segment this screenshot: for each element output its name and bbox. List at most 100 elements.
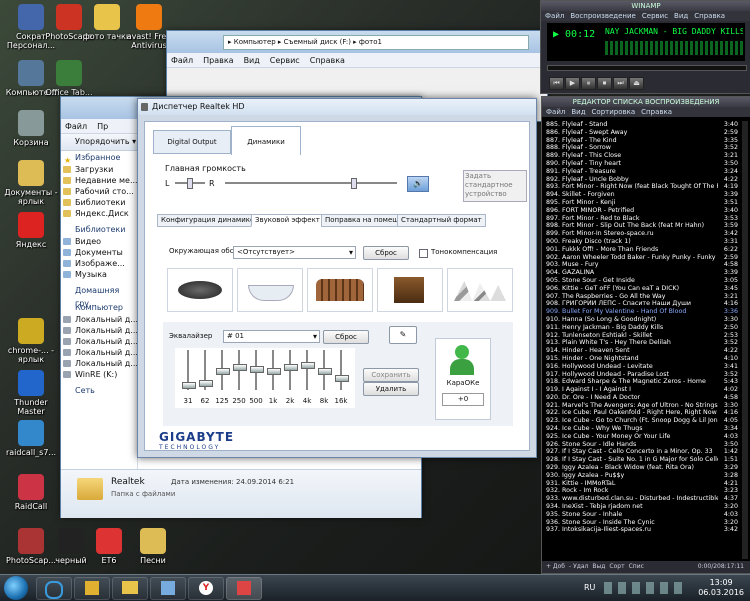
winamp-menu-item[interactable]: Файл [545,12,564,20]
tab-speakers[interactable]: Динамики [231,126,301,155]
playlist-scrollbar[interactable] [742,121,748,559]
menu-item[interactable]: Сервис [270,56,300,65]
eq-knob[interactable] [182,381,196,389]
eq-knob[interactable] [301,362,315,370]
env-bathroom-icon[interactable] [237,268,303,312]
equalizer-select[interactable]: # 01 [223,330,320,343]
winamp-window[interactable]: WINAMP Файл Воспроизведение Сервис Вид Справ… [540,0,750,94]
env-hall-icon[interactable] [377,268,443,312]
desktop-icon[interactable]: Корзина [2,110,60,147]
playlist-row[interactable]: 906. Kittie - GeT oFF (You Can eaT a DIC… [546,285,738,293]
taskbar-ie-icon[interactable] [36,577,72,600]
eq-delete-button[interactable]: Удалить [363,382,419,396]
winamp-seek-bar[interactable] [547,65,747,71]
playlist-row[interactable]: 891. Flyleaf - Treasure 3:24 [546,168,738,176]
nav-item[interactable]: Библиотеки [61,197,137,208]
nav-item[interactable]: Локальный д... [61,336,137,347]
desktop-icon[interactable]: RaidCall [2,474,60,511]
menu-item[interactable]: Правка [203,56,233,65]
nav-item[interactable]: WinRE (K:) [61,369,137,380]
winamp-menu-item[interactable]: Вид [674,12,688,20]
tray-icons[interactable] [604,582,684,594]
nav-homegroup[interactable]: Домашняя гру... [61,284,137,308]
nav-item[interactable]: Яндекс.Диск [61,208,137,219]
playlist-footer-button[interactable]: Сорт [609,561,624,573]
playlist-row[interactable]: 930. Iggy Azalea - Pu$$y 3:28 [546,472,738,480]
mute-button[interactable]: 🔊 [407,176,429,192]
env-colosseum-icon[interactable] [307,268,373,312]
winamp-control-button[interactable]: ⏮ [549,77,564,90]
menu-item[interactable]: Файл [65,122,87,131]
playlist-row[interactable]: 899. Fort Minor-In Stereo-space.ru 3:42 [546,230,738,238]
playlist-row[interactable]: 937. Intoksikacija-Iliest-spaces.ru 3:42 [546,526,738,534]
winamp-control-button[interactable]: ⏹ [597,77,612,90]
playlist-row[interactable]: 913. Plain White T's - Hey There Delilah… [546,339,738,347]
nav-item[interactable]: Локальный д... [61,347,137,358]
playlist-row[interactable]: 918. Edward Sharpe & The Magnetic Zeros … [546,378,738,386]
karaoke-icon[interactable] [450,345,476,375]
environment-reset-button[interactable]: Сброс [363,246,409,260]
taskbar-explorer-icon[interactable] [112,577,148,600]
menu-item[interactable]: Справка [310,56,345,65]
playlist-row[interactable]: 928. If I Stay Cast - Suite No. 1 in G M… [546,456,738,464]
playlist-row[interactable]: 921. Marvel's The Avengers: Age of Ultro… [546,402,738,410]
playlist-footer-button[interactable]: - Удал [569,561,588,573]
playlist-row[interactable]: 886. Flyleaf - Swept Away 2:59 [546,129,738,137]
nav-item[interactable]: Локальный д... [61,325,137,336]
taskbar-yandex-icon[interactable]: Y [188,577,224,600]
nav-network[interactable]: Сеть [61,384,137,397]
desktop-icon[interactable]: Яндекс [2,212,60,249]
desktop-icon[interactable]: Документы - ярлык [2,160,60,206]
taskbar-realtek-icon[interactable] [226,577,262,600]
eq-knob[interactable] [233,364,247,372]
nav-item[interactable]: Локальный д... [61,358,137,369]
playlist-row[interactable]: 922. Ice Cube: Paul Oakenfold - Right He… [546,409,738,417]
playlist-row[interactable]: 903. Muse - Fury 4:58 [546,261,738,269]
subtab[interactable]: Стандартный формат [397,214,486,227]
subtab[interactable]: Конфигурация динамиков [157,214,263,227]
nav-item[interactable]: Видео [61,236,137,247]
tab-digital-output[interactable]: Digital Output [153,130,231,154]
desktop-icon[interactable]: chrome-... - ярлык [2,318,60,364]
realtek-dialog[interactable]: Диспетчер Realtek HD Digital Output Дина… [137,98,537,458]
playlist-window[interactable]: РЕДАКТОР СПИСКА ВОСПРОИЗВЕДЕНИЯ Файл Вид С… [541,96,750,574]
winamp-control-button[interactable]: ⏏ [629,77,644,90]
playlist-row[interactable]: 904. GAZALINA 3:39 [546,269,738,277]
eq-knob[interactable] [250,366,264,374]
subtab[interactable]: Звуковой эффект [251,214,324,227]
winamp-menu-item[interactable]: Справка [694,12,725,20]
playlist-footer-button[interactable]: Спис [629,561,644,573]
playlist-row[interactable]: 932. Rock - Im Rock 3:23 [546,487,738,495]
nav-item[interactable]: Загрузки [61,164,137,175]
playlist-menu-item[interactable]: Справка [641,108,672,116]
nav-item[interactable]: Изображе... [61,258,137,269]
start-button[interactable] [4,576,28,600]
playlist-row[interactable]: 885. Flyleaf - Stand 3:40 [546,121,738,129]
playlist-row[interactable]: 926. Stone Sour - Idle Hands 3:50 [546,441,738,449]
playlist-row[interactable]: 934. IneXist - Tebja rjadom net 3:20 [546,503,738,511]
playlist-menu-item[interactable]: Файл [546,108,565,116]
playlist-row[interactable]: 901. Fukkk Off! - More Than Friends 6:22 [546,246,738,254]
eq-knob[interactable] [267,368,281,375]
desktop-icon[interactable]: Office Tab... [40,60,98,97]
playlist-row[interactable]: 911. Henry Jackman - Big Daddy Kills 2:50 [546,324,738,332]
playlist-row[interactable]: 908. ГРИГОРИЙ ЛЕПС - Спасите Наши Души 4:… [546,300,738,308]
eq-save-button[interactable]: Сохранить [363,368,419,382]
nav-libraries[interactable]: Библиотеки [61,223,137,236]
playlist-row[interactable]: 909. Bullet For My Valentine - Hand Of B… [546,308,738,316]
playlist-row[interactable]: 905. Stone Sour - Get Inside 3:05 [546,277,738,285]
nav-item[interactable]: Локальный д... [61,314,137,325]
winamp-menu-item[interactable]: Воспроизведение [570,12,636,20]
playlist-row[interactable]: 924. Ice Cube - Why We Thugs 3:34 [546,425,738,433]
playlist-row[interactable]: 923. Ice Cube - Go to Church (Ft. Snoop … [546,417,738,425]
menu-item[interactable]: Файл [171,56,193,65]
playlist-row[interactable]: 929. Iggy Azalea - Black Widow (feat. Ri… [546,464,738,472]
tonecomp-checkbox[interactable] [419,249,428,258]
nav-favorites[interactable]: ★ Избранное [61,151,137,165]
winamp-menu-item[interactable]: Сервис [642,12,668,20]
nav-item[interactable]: Рабочий сто... [61,186,137,197]
eq-knob[interactable] [216,368,230,375]
playlist-row[interactable]: 887. Flyleaf - The Kind 3:35 [546,137,738,145]
eq-knob[interactable] [318,368,332,375]
equalizer-reset-button[interactable]: Сброс [323,330,369,344]
